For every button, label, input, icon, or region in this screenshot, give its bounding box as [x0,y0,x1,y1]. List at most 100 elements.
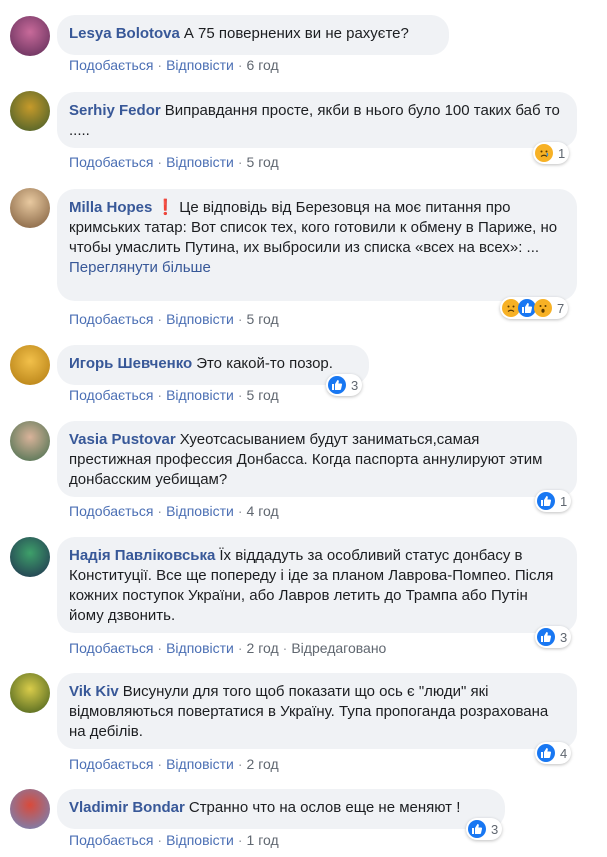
reaction-count: 1 [560,493,568,509]
reply-link[interactable]: Відповісти [166,57,234,73]
comment-text: А 75 повернених ви не рахуєте? [183,25,409,42]
comment-bubble: Игорь Шевченко Это какой-то позор. [57,345,369,385]
comment-actions: Подобається · Відповісти · 5 год [69,387,279,403]
reaction-count: 3 [491,821,499,837]
reaction-count: 7 [557,300,565,316]
comment-text: Висунули для того щоб показати що ось є … [69,683,549,740]
like-icon [468,820,486,838]
dot-separator: · [157,640,163,656]
comment-actions: Подобається · Відповісти · 5 год [69,311,279,327]
avatar[interactable] [10,188,50,228]
like-link[interactable]: Подобається [69,503,153,519]
like-link[interactable]: Подобається [69,154,153,170]
reactions-badge[interactable]: 7 [500,297,569,319]
reactions-badge[interactable]: 4 [535,742,572,764]
like-link[interactable]: Подобається [69,311,153,327]
comment-bubble: Serhiy Fedor Виправдання просте, якби в н… [57,92,577,148]
comment-actions: Подобається · Відповісти · 2 год [69,756,279,772]
comment-bubble: Milla Hopes ❗ Це відповідь від Березовця … [57,189,577,301]
reply-link[interactable]: Відповісти [166,154,234,170]
comment-bubble: Надія Павліковська Їх віддадуть за особли… [57,537,577,633]
dot-separator: · [237,756,243,772]
comment-actions: Подобається · Відповісти · 1 год [69,832,279,848]
reaction-count: 3 [351,377,359,393]
like-link[interactable]: Подобається [69,57,153,73]
edited-label[interactable]: Відредаговано [291,640,386,656]
avatar[interactable] [10,789,50,829]
avatar[interactable] [10,537,50,577]
comment-actions: Подобається · Відповісти · 2 год · Відредагова… [69,640,386,656]
avatar[interactable] [10,16,50,56]
comment-time[interactable]: 2 год [247,756,279,772]
reply-link[interactable]: Відповісти [166,756,234,772]
dot-separator: · [237,832,243,848]
dot-separator: · [237,57,243,73]
like-icon [328,376,346,394]
comment-bubble: Lesya Bolotova А 75 повернених ви не раху… [57,15,449,55]
comment-time[interactable]: 2 год [247,640,279,656]
dot-separator: · [157,311,163,327]
reactions-badge[interactable]: 3 [326,374,363,396]
reply-link[interactable]: Відповісти [166,503,234,519]
dot-separator: · [157,387,163,403]
comment-time[interactable]: 6 год [247,57,279,73]
comment-actions: Подобається · Відповісти · 4 год [69,503,279,519]
wow-emoji-icon [534,299,552,317]
like-link[interactable]: Подобається [69,387,153,403]
comment-time[interactable]: 5 год [247,311,279,327]
comment-text: Странно что на ослов еще не меняют ! [188,799,461,816]
like-link[interactable]: Подобається [69,832,153,848]
comment-actions: Подобається · Відповісти · 6 год [69,57,279,73]
comment-bubble: Vik Kiv Висунули для того щоб показати що… [57,673,577,749]
reactions-badge[interactable]: 3 [466,818,503,840]
reactions-badge[interactable]: 3 [535,626,572,648]
exclamation-icon: ❗ [156,199,176,216]
like-icon [537,628,555,646]
see-more-link[interactable]: Переглянути більше [69,258,565,278]
dot-separator: · [282,640,288,656]
reaction-count: 4 [560,745,568,761]
comment-bubble: Vasia Pustovar Хуеотсасыванием будут зани… [57,421,577,497]
comment-text: Это какой-то позор. [196,355,333,372]
comment-bubble: Vladimir Bondar Странно что на ослов еще … [57,789,505,829]
reply-link[interactable]: Відповісти [166,832,234,848]
reply-link[interactable]: Відповісти [166,311,234,327]
comment-author[interactable]: Игорь Шевченко [69,355,192,372]
comment-author[interactable]: Lesya Bolotova [69,25,180,42]
like-icon [537,492,555,510]
reply-link[interactable]: Відповісти [166,640,234,656]
avatar[interactable] [10,421,50,461]
dot-separator: · [157,832,163,848]
reactions-badge[interactable]: 1 [535,490,572,512]
comment-time[interactable]: 5 год [247,387,279,403]
comment-author[interactable]: Vik Kiv [69,683,119,700]
comment-author[interactable]: Vasia Pustovar [69,431,176,448]
comment-author[interactable]: Vladimir Bondar [69,799,185,816]
comment-author[interactable]: Надія Павліковська [69,547,215,564]
sad-emoji-icon [535,144,553,162]
dot-separator: · [157,154,163,170]
dot-separator: · [157,503,163,519]
dot-separator: · [157,756,163,772]
reaction-count: 1 [558,145,566,161]
comment-author[interactable]: Serhiy Fedor [69,102,161,119]
like-link[interactable]: Подобається [69,640,153,656]
comment-time[interactable]: 5 год [247,154,279,170]
like-link[interactable]: Подобається [69,756,153,772]
avatar[interactable] [10,91,50,131]
dot-separator: · [237,640,243,656]
reply-link[interactable]: Відповісти [166,387,234,403]
dot-separator: · [157,57,163,73]
reaction-count: 3 [560,629,568,645]
dot-separator: · [237,387,243,403]
dot-separator: · [237,503,243,519]
comment-author[interactable]: Milla Hopes [69,199,152,216]
comment-time[interactable]: 4 год [247,503,279,519]
comment-actions: Подобається · Відповісти · 5 год [69,154,279,170]
comment-time[interactable]: 1 год [247,832,279,848]
avatar[interactable] [10,345,50,385]
avatar[interactable] [10,673,50,713]
dot-separator: · [237,154,243,170]
dot-separator: · [237,311,243,327]
reactions-badge[interactable]: 1 [533,142,570,164]
